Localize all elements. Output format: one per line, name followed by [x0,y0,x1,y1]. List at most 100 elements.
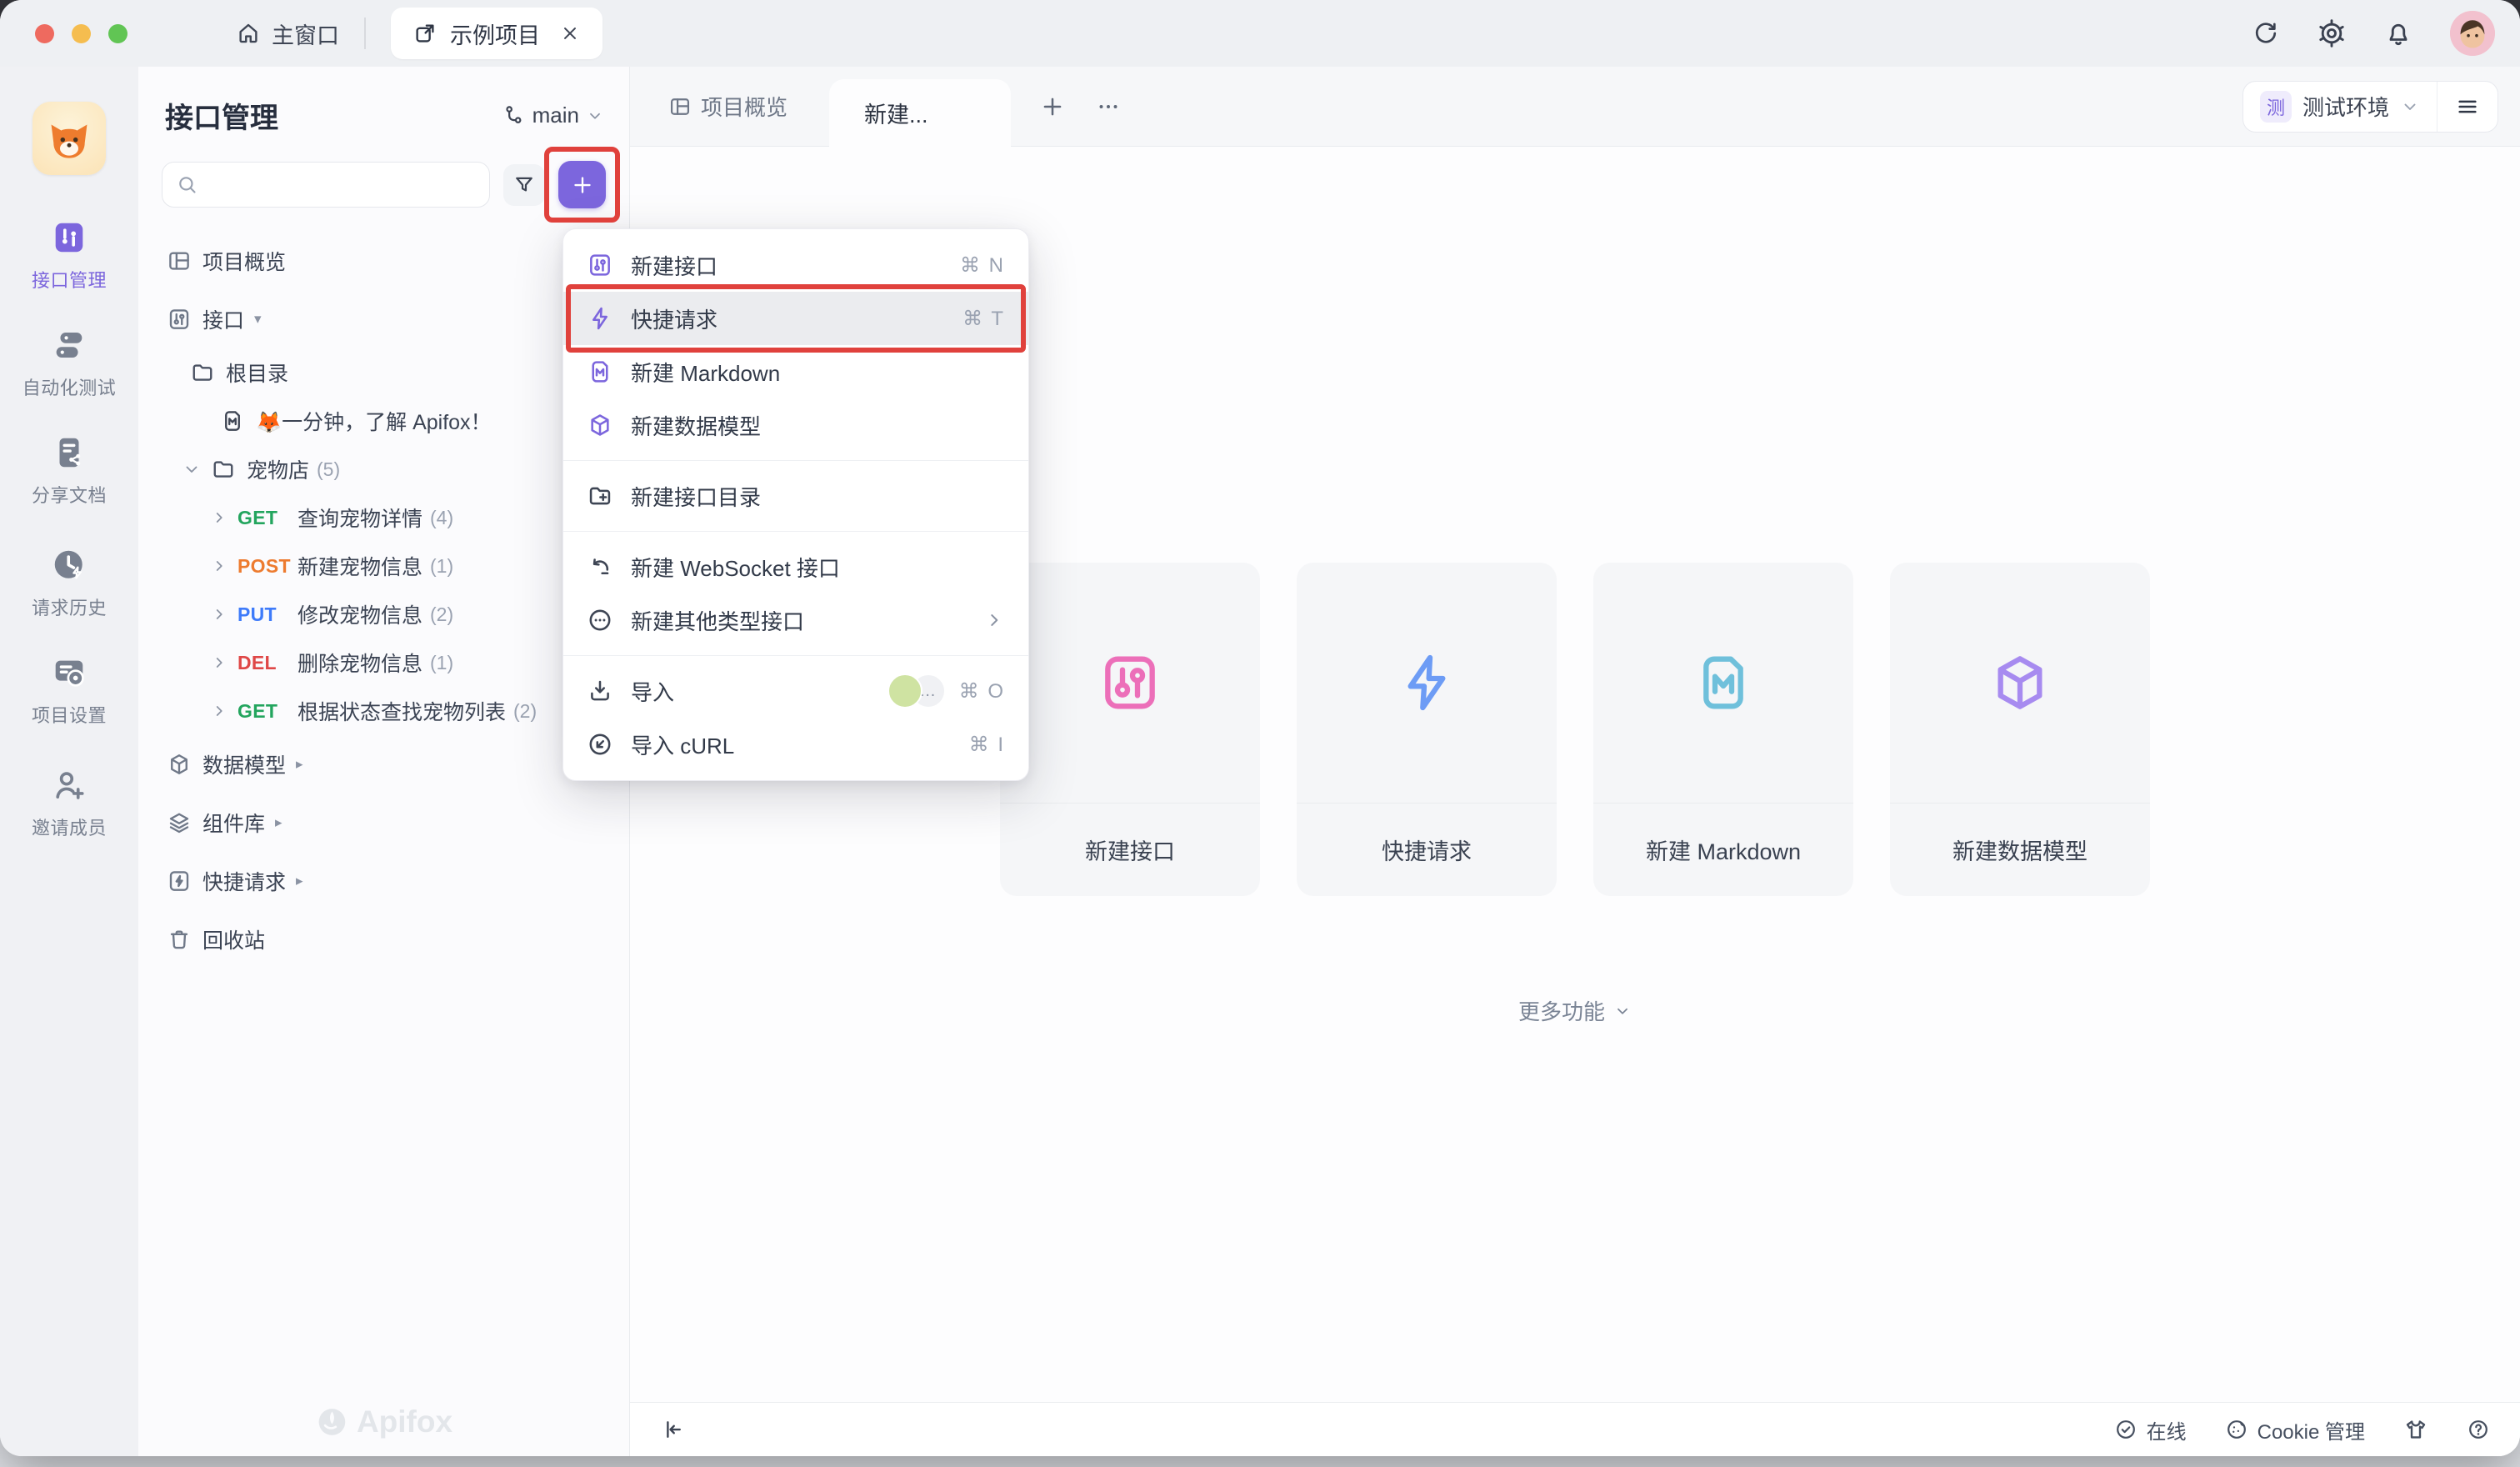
tree-item-label: 根据状态查找宠物列表 [298,696,506,726]
tree-folder-root-folder[interactable]: 根目录 [138,348,629,397]
close-window-button[interactable] [35,24,54,43]
search-box [162,162,490,208]
tab-project-overview[interactable]: 项目概览 [648,91,808,122]
overview-icon [668,95,692,118]
chevron-right-icon [210,702,228,720]
menu-item-new-data-model[interactable]: 新建数据模型 [563,398,1028,452]
tab-new[interactable]: 新建... [829,79,1011,147]
tree-folder-pet-store[interactable]: 宠物店(5) [138,445,629,493]
search-input[interactable] [207,173,476,197]
sidebar-item-share-docs[interactable]: 分享文档 [22,433,117,508]
branch-selector[interactable]: main [502,103,604,128]
panel-title: 接口管理 [165,95,278,136]
tree-item-quick-requests[interactable]: 快捷请求▸ [138,852,629,910]
merch-icon[interactable] [2403,1417,2428,1442]
trash-icon [167,927,192,952]
new-tab-button[interactable] [1039,93,1066,120]
more-circle-icon [587,607,613,633]
item-count: (5) [317,458,340,481]
check-circle-icon [2114,1418,2138,1441]
sidebar-item-automated-tests[interactable]: 自动化测试 [22,326,117,400]
tree-request-del[interactable]: DEL删除宠物信息(1) [138,638,629,687]
websocket-icon [587,553,613,580]
tree-item-data-models[interactable]: 数据模型▸ [138,735,629,794]
menu-item-new-other-type[interactable]: 新建其他类型接口 [563,593,1028,647]
hamburger-menu-button[interactable] [2438,93,2498,120]
sidebar-item-label: 请求历史 [32,593,107,620]
bell-icon[interactable] [2383,18,2413,48]
sidebar-item-api-management[interactable]: 接口管理 [22,218,117,293]
online-status[interactable]: 在线 [2114,1415,2187,1444]
cookie-manager-button[interactable]: Cookie 管理 [2225,1415,2365,1444]
filter-button[interactable] [503,164,545,206]
help-icon[interactable] [2467,1418,2490,1441]
menu-item-new-api-folder[interactable]: 新建接口目录 [563,469,1028,523]
menu-item-new-markdown[interactable]: 新建 Markdown [563,345,1028,398]
environment-label: 测试环境 [2302,91,2389,122]
doc-share-fill-icon [50,433,88,472]
card-label: 新建数据模型 [1890,803,2150,896]
http-method-badge: PUT [238,603,298,626]
tree-item-label: 接口 [202,304,244,334]
http-method-badge: GET [238,507,298,529]
caret-right-icon: ▸ [296,756,303,773]
item-count: (2) [513,700,537,723]
menu-item-import-curl[interactable]: 导入 cURL⌘ I [563,718,1028,771]
tree-request-get[interactable]: GET查询宠物详情(4) [138,493,629,542]
sync-icon [2252,19,2280,48]
overview-icon [668,95,692,118]
dots-icon [1094,93,1122,121]
tree-item-components[interactable]: 组件库▸ [138,794,629,852]
bolt-icon [1393,649,1460,716]
chev-right-icon [210,605,228,623]
external-link-icon [412,21,438,46]
tree-doc-intro-doc[interactable]: 🦊一分钟，了解 Apifox！ [138,397,629,445]
close-tab-icon[interactable] [559,23,581,44]
gear-icon[interactable] [2317,18,2347,48]
card-new-markdown[interactable]: 新建 Markdown [1593,563,1853,896]
minimize-window-button[interactable] [72,24,91,43]
import-source-badges: … [888,673,946,708]
sidebar-item-project-settings[interactable]: 项目设置 [22,653,117,728]
tree-request-put[interactable]: PUT修改宠物信息(2) [138,590,629,638]
project-logo[interactable] [32,102,106,175]
menu-item-new-api[interactable]: 新建接口⌘ N [563,238,1028,292]
menu-item-new-websocket[interactable]: 新建 WebSocket 接口 [563,540,1028,593]
tree-item-recycle-bin[interactable]: 回收站 [138,910,629,969]
card-new-api[interactable]: 新建接口 [1000,563,1260,896]
search-icon [176,173,198,196]
sidebar-item-invite-members[interactable]: 邀请成员 [22,766,117,840]
menu-item-label: 新建 Markdown [631,357,780,388]
item-count: (1) [430,652,453,674]
search-icon [176,173,198,196]
tree-item-apis[interactable]: 接口▾ [138,290,629,348]
zoom-window-button[interactable] [108,24,128,43]
menu-item-label: 导入 [631,676,674,707]
chevron-right-icon [210,508,228,527]
menu-shortcut: ⌘ I [969,733,1005,757]
tab-more-button[interactable] [1094,93,1122,121]
tree-request-get[interactable]: GET根据状态查找宠物列表(2) [138,687,629,735]
collapse-sidebar-button[interactable] [660,1417,685,1442]
home-window-tab[interactable]: 主窗口 [236,18,339,50]
item-count: (2) [430,603,453,626]
sidebar-item-request-history[interactable]: 请求历史 [22,546,117,620]
menu-item-quick-request[interactable]: 快捷请求⌘ T [563,292,1028,345]
add-button[interactable] [558,161,606,208]
titlebar-divider [364,18,366,49]
chev-right-icon [210,702,228,720]
avatar[interactable] [2450,11,2495,56]
sidebar-item-label: 接口管理 [32,266,107,293]
project-window-tab[interactable]: 示例项目 [391,8,602,59]
sync-icon[interactable] [2252,19,2280,48]
tree-request-post[interactable]: POST新建宠物信息(1) [138,542,629,590]
card-quick-request[interactable]: 快捷请求 [1297,563,1557,896]
http-method-badge: DEL [238,652,298,674]
more-features-button[interactable]: 更多功能 [1518,995,1632,1026]
sidebar-item-label: 邀请成员 [32,814,107,840]
environment-selector[interactable]: 测 测试环境 [2243,91,2437,123]
item-count: (1) [430,555,453,578]
menu-item-import[interactable]: 导入…⌘ O [563,664,1028,718]
card-new-data-model[interactable]: 新建数据模型 [1890,563,2150,896]
tree-item-project-overview[interactable]: 项目概览 [138,232,629,290]
